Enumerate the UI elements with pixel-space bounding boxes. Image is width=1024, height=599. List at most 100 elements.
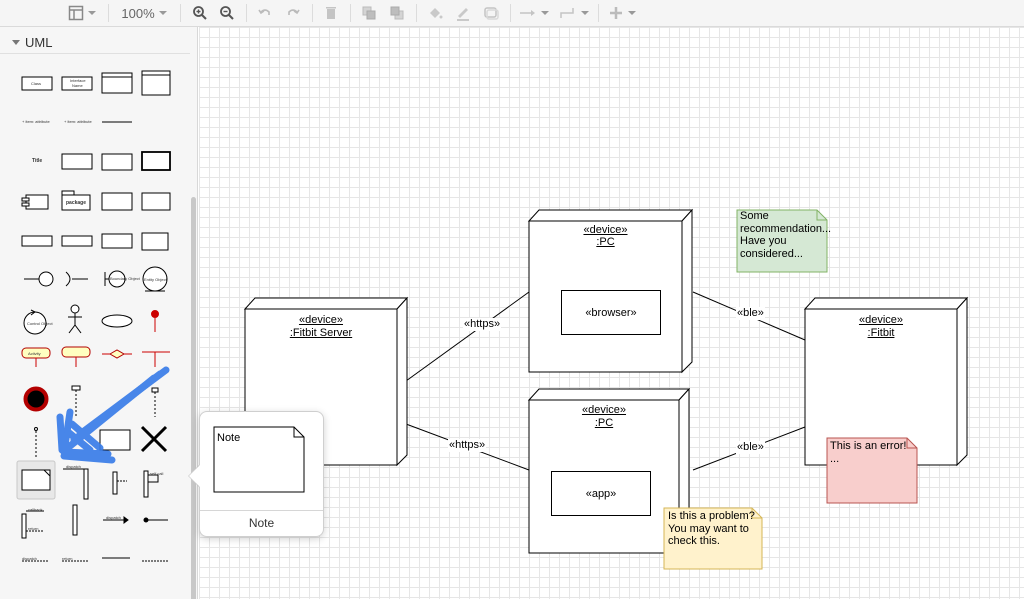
line-color-button[interactable]: [452, 2, 474, 24]
to-back-button[interactable]: [386, 2, 408, 24]
node-name: :PC: [596, 236, 615, 248]
chevron-down-icon: [581, 11, 589, 15]
node-stereotype: «device»: [858, 314, 904, 326]
palette-label-callback: callback: [28, 507, 43, 512]
artifact-app[interactable]: «app»: [551, 471, 651, 516]
node-name: :Fitbit Server: [289, 327, 353, 339]
shape-class-b: [101, 192, 133, 211]
node-name: :PC: [594, 417, 614, 429]
palette-label-attr: + item: attribute: [22, 119, 50, 124]
redo-button[interactable]: [282, 2, 304, 24]
zoom-in-button[interactable]: [189, 2, 211, 24]
palette-label-package: package: [66, 200, 87, 206]
undo-icon: [258, 9, 270, 15]
to-back-icon: [390, 6, 404, 20]
palette-label-boundary: Boundary Object: [110, 276, 140, 281]
artifact-browser[interactable]: «browser»: [561, 290, 661, 335]
node-stereotype: «device»: [581, 404, 627, 416]
shape-self-call: [143, 470, 149, 498]
palette-label-return-b: return: [62, 556, 73, 561]
note-error-text: This is an error! ...: [830, 440, 907, 465]
shadow-button[interactable]: [480, 2, 502, 24]
arrow-right-icon: [520, 10, 535, 16]
undo-button[interactable]: [254, 2, 276, 24]
shape-object-c: [101, 233, 133, 249]
palette-label-activity: Activity: [28, 351, 41, 356]
pencil-icon: [457, 8, 469, 21]
insert-button[interactable]: [606, 2, 638, 24]
edge-https-top: [405, 291, 530, 382]
tooltip-divider: [200, 510, 323, 511]
palette-label-control: Control Object: [27, 321, 53, 326]
palette-label-class: Class: [31, 81, 42, 86]
note-recommendation-text: Some recommendation... Have you consider…: [740, 210, 832, 260]
shape-initial: [151, 310, 159, 318]
palette-label-name: Name: [72, 83, 83, 88]
toolbar-divider: [416, 4, 417, 22]
sidebar-scrollbar[interactable]: [191, 197, 196, 599]
edge-label: «https»: [463, 318, 502, 331]
node-stereotype: «device»: [298, 314, 344, 326]
to-front-icon: [362, 6, 376, 20]
zoom-level: 100%: [121, 5, 155, 21]
zoom-dropdown[interactable]: 100%: [116, 2, 172, 24]
zoom-out-icon: [220, 6, 234, 20]
tooltip-title: Note: [248, 516, 275, 530]
shape-usecase: [101, 314, 133, 328]
toolbar-divider: [108, 4, 109, 22]
shape-required-interface: [65, 271, 71, 287]
shape-class-list: [101, 153, 133, 171]
palette-label-title: Title: [32, 158, 43, 164]
palette-label-return: return: [28, 526, 39, 531]
chevron-down-icon: [88, 11, 96, 15]
format-panel-button[interactable]: [64, 2, 100, 24]
toolbar-divider: [180, 4, 181, 22]
shape-object-a: [21, 235, 53, 247]
waypoints-icon: [560, 8, 574, 18]
shadow-icon: [484, 7, 499, 20]
annotation-arrow-icon: [56, 366, 170, 464]
shape-found-message: [143, 517, 149, 523]
edge-label: «ble»: [736, 307, 765, 320]
palette-label-entity: Entity Object: [144, 277, 167, 282]
shape-actor: [70, 304, 80, 314]
toolbar: 100%: [0, 0, 1024, 27]
tooltip-arrow-fill: [189, 465, 200, 487]
edge-label: «https»: [448, 439, 487, 452]
shape-class-attrs: [101, 72, 133, 94]
palette-label-dispatch-c: dispatch: [22, 556, 37, 561]
paint-bucket-icon: [430, 8, 443, 19]
fill-color-button[interactable]: [424, 2, 446, 24]
note-preview-icon: [213, 426, 305, 493]
palette-label-self-call: self call: [150, 471, 164, 476]
connection-style-button[interactable]: [518, 2, 550, 24]
note-warning-text: Is this a problem? You may want to check…: [668, 510, 755, 547]
waypoints-button[interactable]: [558, 2, 590, 24]
chevron-down-icon: [628, 11, 636, 15]
note-tooltip: Note Note: [199, 411, 324, 537]
zoom-in-icon: [193, 6, 207, 20]
edge-label: «ble»: [736, 441, 765, 454]
toolbar-divider: [598, 4, 599, 22]
shape-frame: [141, 151, 171, 171]
panel-layout-icon: [68, 5, 84, 21]
shape-component: [25, 194, 49, 210]
tooltip-note-text: Note: [217, 432, 241, 444]
shape-activation-b: [72, 504, 78, 536]
shape-decision: [108, 349, 126, 359]
shape-timer: [34, 427, 38, 431]
toolbar-divider: [312, 4, 313, 22]
shape-provided-interface: [38, 271, 54, 287]
shape-sidebar: UML Class Interface Name + item: attribu…: [0, 27, 198, 599]
shape-object-d: [141, 232, 169, 251]
shape-class-c: [141, 192, 171, 211]
delete-button[interactable]: [320, 2, 342, 24]
palette-label-attr-b: + item: attribute: [64, 119, 92, 124]
chevron-down-icon: [541, 11, 549, 15]
node-name: :Fitbit: [867, 327, 895, 339]
toolbar-divider: [510, 4, 511, 22]
zoom-out-button[interactable]: [216, 2, 238, 24]
toolbar-divider: [350, 4, 351, 22]
uml-shape-palette[interactable]: [0, 27, 190, 599]
to-front-button[interactable]: [358, 2, 380, 24]
